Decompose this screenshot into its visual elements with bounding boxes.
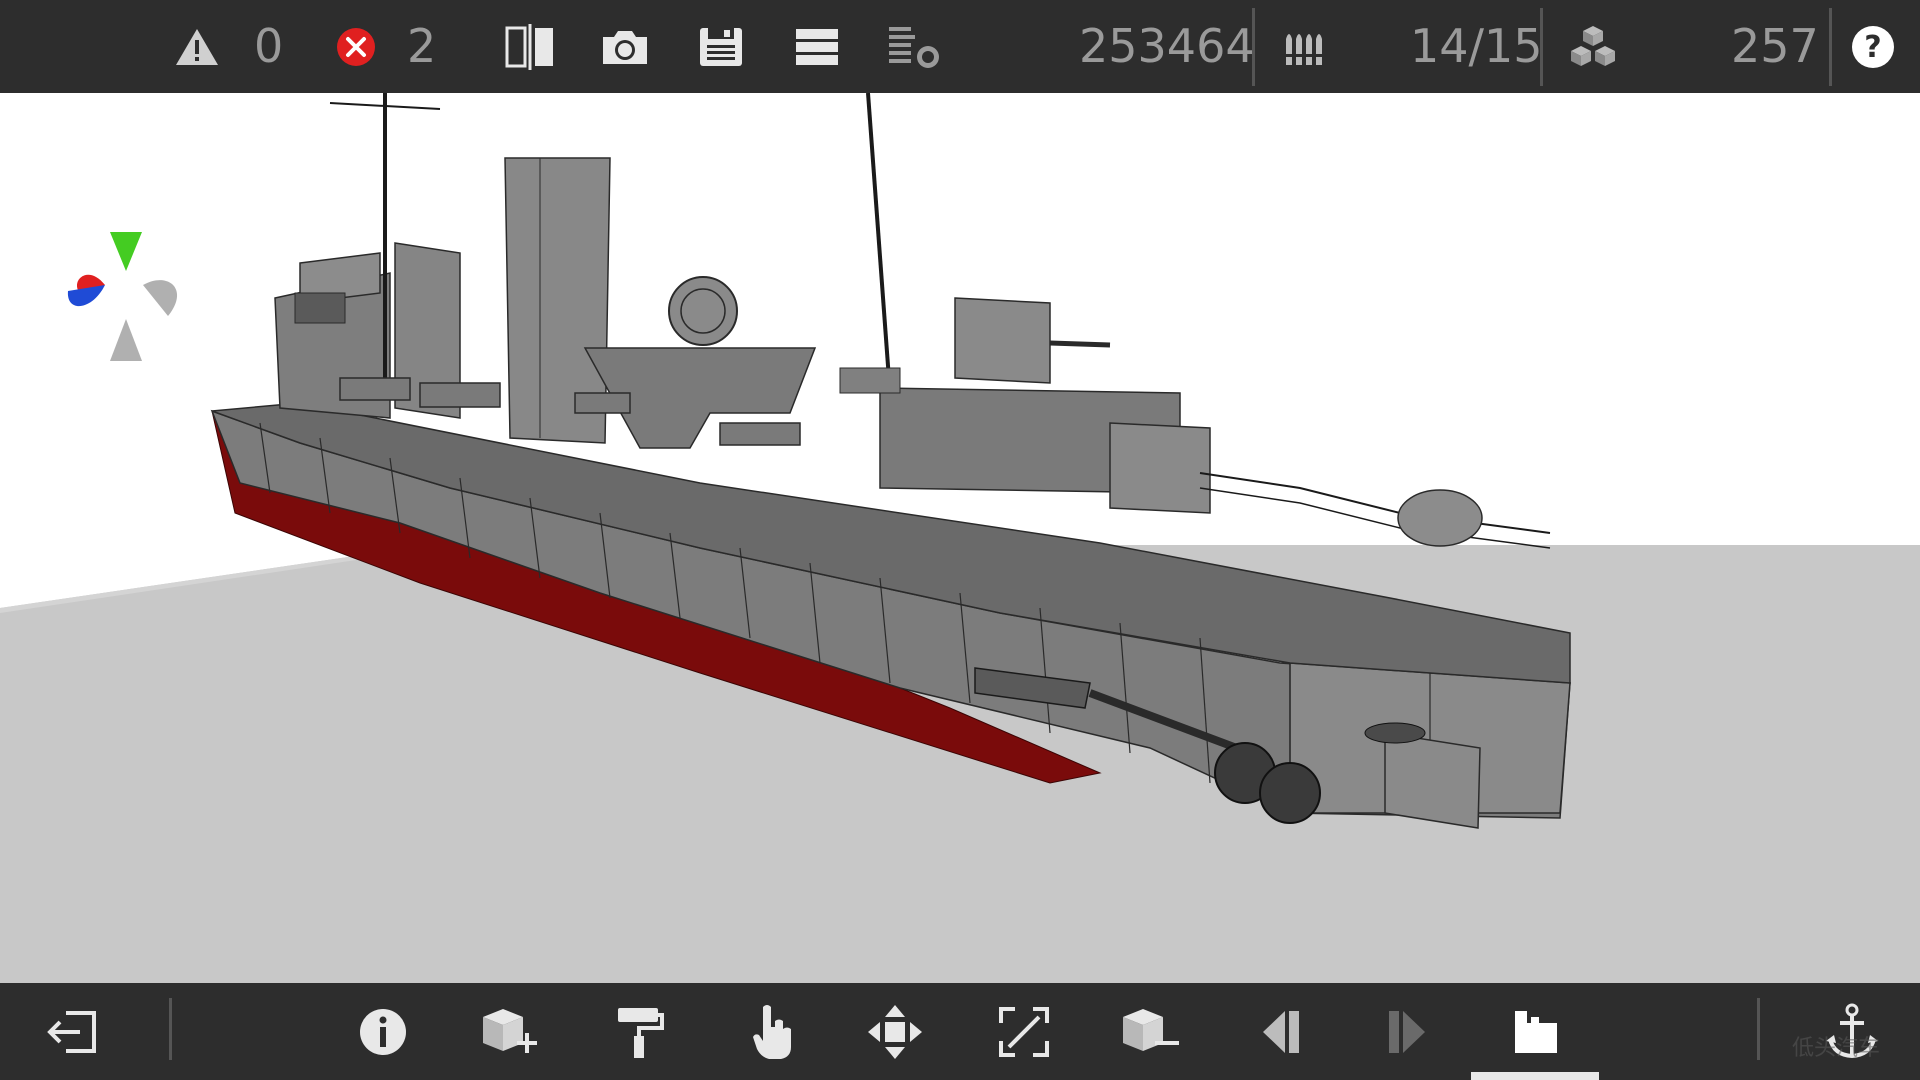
layers-list-icon[interactable] (790, 0, 844, 93)
rudder (1384, 732, 1481, 829)
error-x-icon[interactable] (331, 0, 381, 93)
save-disk-icon[interactable] (695, 0, 747, 93)
scale-icon[interactable] (996, 983, 1052, 1080)
divider (1829, 8, 1832, 86)
undo-icon[interactable] (1258, 983, 1304, 1080)
errors-count: 2 (407, 19, 437, 73)
aft-gun-turret (954, 297, 1051, 384)
mirror-symmetry-icon[interactable] (503, 0, 557, 93)
ammo-shells-icon[interactable] (1278, 0, 1332, 93)
parts-count: 257 (1731, 19, 1819, 73)
redo-icon[interactable] (1384, 983, 1430, 1080)
info-icon[interactable] (357, 983, 409, 1080)
watermark: 低头汽车 (1792, 1036, 1881, 1061)
active-tab-indicator (1471, 1072, 1599, 1080)
weapons-count: 14/15 (1410, 19, 1543, 73)
hand-pointer-icon[interactable] (747, 983, 797, 1080)
camera-screenshot-icon[interactable] (597, 0, 653, 93)
warning-triangle-icon[interactable] (172, 0, 222, 93)
divider (1252, 8, 1255, 86)
paint-roller-icon[interactable] (612, 983, 666, 1080)
help-question-icon[interactable]: ? (1848, 0, 1898, 93)
build-mode-icon[interactable] (1508, 983, 1564, 1080)
divider (1540, 8, 1543, 86)
bottom-toolbar (0, 983, 1920, 1080)
exit-door-icon[interactable] (42, 983, 102, 1080)
block-count: 253464 (1079, 19, 1255, 73)
move-arrows-icon[interactable] (865, 983, 925, 1080)
3d-viewport[interactable] (0, 93, 1920, 983)
add-block-icon[interactable] (478, 983, 540, 1080)
divider (1757, 998, 1760, 1060)
warnings-count: 0 (254, 19, 284, 73)
parts-cubes-icon[interactable] (1565, 0, 1621, 93)
orientation-gizmo (67, 232, 178, 361)
statistics-icon[interactable] (885, 0, 945, 93)
svg-text:?: ? (1864, 30, 1881, 65)
divider (169, 998, 172, 1060)
remove-block-icon[interactable] (1118, 983, 1182, 1080)
top-toolbar (0, 0, 1920, 93)
